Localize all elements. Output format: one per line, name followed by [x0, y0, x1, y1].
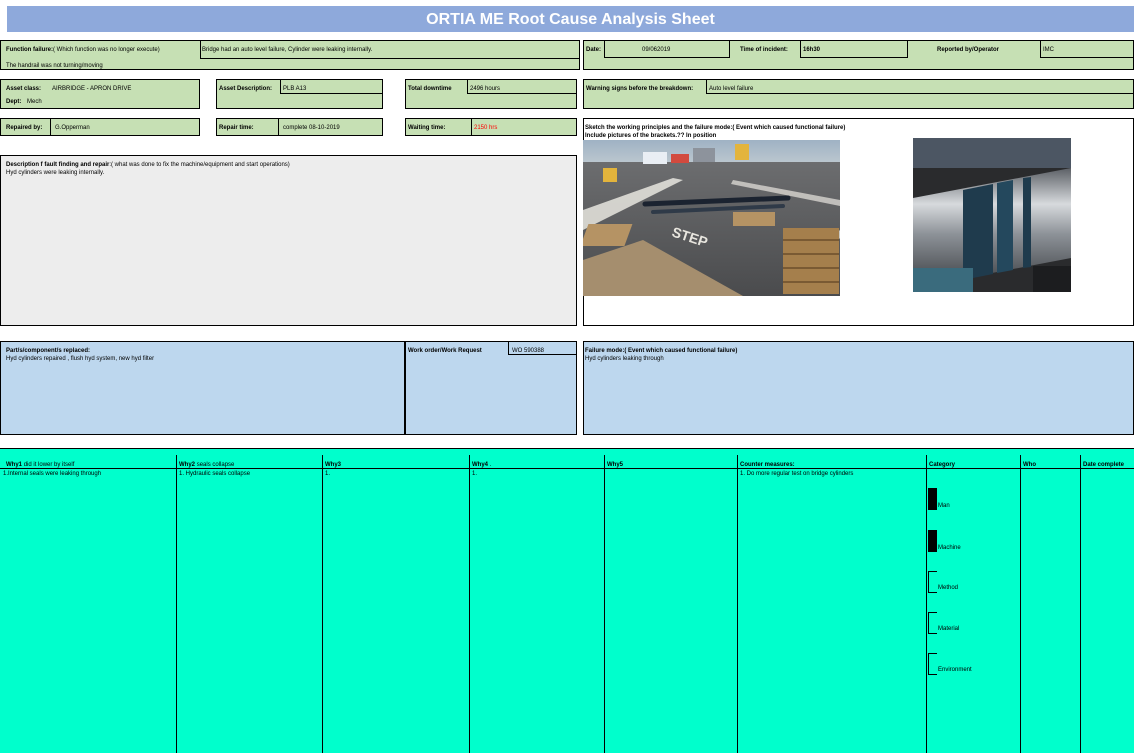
warning-signs-label: Warning signs before the breakdown: [586, 86, 694, 92]
why2-value[interactable]: 1. Hydraulic seals collapse [179, 470, 250, 478]
description-box[interactable] [0, 155, 577, 326]
category-method-checkbox[interactable] [928, 571, 937, 593]
why-header-divider [0, 468, 1134, 469]
date-value: 09/062019 [642, 47, 671, 53]
repaired-by-label: Repaired by: [6, 125, 43, 131]
warning-signs-field[interactable] [706, 79, 1134, 94]
why-col-divider [737, 455, 738, 753]
function-failure-label: Function failure:( Which function was no… [6, 47, 160, 53]
work-order-value: WO 590388 [512, 348, 545, 354]
why2-header: Why2 seals collapse [179, 462, 235, 468]
category-man-checkbox[interactable] [928, 488, 937, 510]
waiting-time-value: 2150 hrs [474, 125, 498, 131]
apron-cylinders-photo: STEP [583, 140, 840, 296]
asset-class-value: AIRBRIDGE - APRON DRIVE [52, 86, 132, 92]
why4-value[interactable]: 1. [472, 470, 477, 478]
date-complete-header: Date complete [1083, 462, 1125, 468]
description-label: Description f fault finding and repair:(… [6, 162, 290, 168]
work-order-box[interactable] [405, 341, 577, 435]
category-machine-label: Machine [938, 545, 961, 551]
repaired-by-value: G.Opperman [55, 125, 90, 131]
why5-header: Why5 [607, 462, 624, 468]
category-material-checkbox[interactable] [928, 612, 937, 634]
reported-value: IMC [1043, 47, 1054, 53]
why-table [0, 448, 1134, 753]
time-label: Time of incident: [740, 47, 788, 53]
why-col-divider [604, 455, 605, 753]
sketch-label: Sketch the working principles and the fa… [585, 125, 846, 131]
why-col-divider [469, 455, 470, 753]
category-machine-checkbox[interactable] [928, 530, 937, 552]
why-col-divider [1020, 455, 1021, 753]
why-col-divider [926, 455, 927, 753]
failure-mode-box[interactable] [583, 341, 1134, 435]
who-header: Who [1023, 462, 1036, 468]
work-order-label: Work order/Work Request [408, 348, 482, 354]
waiting-time-label: Waiting time: [408, 125, 446, 131]
counter-measures-value[interactable]: 1. Do more regular test on bridge cylind… [740, 470, 853, 478]
why3-value[interactable]: 1. [325, 470, 330, 478]
function-failure-value: Bridge had an auto level failure, Cylind… [202, 47, 373, 53]
failure-mode-label: Failure mode:( Event which caused functi… [585, 348, 738, 354]
repair-time-value: complete 08-10-2019 [283, 125, 340, 131]
warning-signs-value: Auto level failure [709, 86, 754, 92]
total-downtime-value: 2496 hours [470, 86, 501, 92]
why4-header: Why4 . [472, 462, 492, 468]
why1-header: Why1 did it lower by itself [6, 462, 75, 468]
parts-replaced-value: Hyd cylinders repaired , flush hyd syste… [6, 356, 155, 362]
parts-replaced-label: Part/s/component/s replaced: [6, 348, 91, 354]
cylinder-closeup-photo [913, 138, 1071, 292]
counter-measures-header: Counter measures: [740, 462, 795, 468]
reported-field[interactable] [1040, 40, 1134, 58]
category-man-label: Man [938, 503, 950, 509]
description-value: Hyd cylinders were leaking internally. [6, 170, 105, 176]
category-environment-label: Environment [938, 667, 972, 673]
asset-description-label: Asset Description: [219, 86, 273, 92]
category-environment-checkbox[interactable] [928, 653, 937, 675]
failure-mode-value: Hyd cylinders leaking through [585, 356, 664, 362]
sheet-title: ORTIA ME Root Cause Analysis Sheet [7, 6, 1134, 32]
dept-label: Dept: [6, 99, 22, 105]
sketch-label-2: Include pictures of the brackets.?? In p… [585, 133, 717, 139]
time-value: 16h30 [803, 47, 821, 53]
category-header: Category [929, 462, 956, 468]
dept-value: Mech [27, 99, 42, 105]
category-material-label: Material [938, 626, 960, 632]
repair-time-label: Repair time: [219, 125, 254, 131]
why1-value[interactable]: 1.Internal seals were leaking through [3, 470, 101, 478]
why3-header: Why3 [325, 462, 342, 468]
reported-label: Reported by/Operator [937, 47, 1000, 53]
function-failure-value-2: The handrail was not turning/moving [6, 63, 103, 69]
why-col-divider [1080, 455, 1081, 753]
category-method-label: Method [938, 585, 959, 591]
asset-class-label: Asset class: [6, 86, 42, 92]
asset-description-value: PLB A13 [283, 86, 307, 92]
why-col-divider [176, 455, 177, 753]
total-downtime-label: Total downtime [408, 86, 452, 92]
why-col-divider [322, 455, 323, 753]
date-label: Date: [586, 47, 602, 53]
